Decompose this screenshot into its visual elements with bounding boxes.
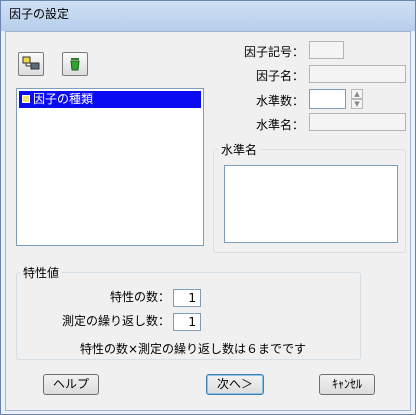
levels-spin-up-button[interactable]: ▲ (351, 89, 363, 99)
dialog-client: 因子の種類 因子記号： 因子名： 水準数： ▲ ▼ 水準名： 水準名 特性値 特… (5, 31, 411, 411)
factor-symbol-field[interactable] (309, 41, 344, 59)
help-button[interactable]: ヘルプ (43, 374, 99, 395)
cancel-button[interactable]: ｷｬﾝｾﾙ (319, 374, 375, 395)
help-button-label: ヘルプ (52, 377, 89, 391)
repeat-count-label: 測定の繰り返し数： (61, 314, 170, 328)
factor-name-label: 因子名： (255, 69, 304, 83)
window-title: 因子の設定 (9, 7, 70, 21)
limit-note: 特性の数×測定の繰り返し数は６までです (79, 342, 306, 356)
chevron-up-icon: ▲ (354, 90, 360, 98)
level-names-listbox[interactable] (224, 165, 398, 243)
next-button[interactable]: 次へ＞ (206, 374, 264, 395)
characteristic-count-input[interactable]: 1 (173, 289, 201, 307)
factor-add-icon (19, 56, 43, 78)
levels-label: 水準数： (255, 94, 304, 108)
level-name-field[interactable] (309, 113, 406, 131)
level-names-group-title: 水準名 (218, 141, 261, 158)
cancel-button-label: ｷｬﾝｾﾙ (331, 377, 362, 391)
list-item-label: 因子の種類 (33, 92, 94, 106)
title-bar: 因子の設定 (1, 1, 415, 31)
factor-listbox[interactable]: 因子の種類 (16, 88, 204, 246)
repeat-count-value: 1 (188, 315, 196, 329)
dialog-window: 因子の設定 因子の種類 因子記号： 因子名： 水準数： ▲ ▼ 水準名： 水準名… (0, 0, 416, 415)
chevron-down-icon: ▼ (354, 100, 360, 108)
add-factor-button[interactable] (18, 52, 44, 76)
factor-name-field[interactable] (309, 65, 406, 83)
characteristic-count-value: 1 (188, 291, 196, 305)
factor-symbol-label: 因子記号： (243, 45, 304, 59)
characteristics-group-title: 特性値 (20, 264, 63, 281)
delete-factor-button[interactable] (62, 52, 88, 76)
levels-spin-down-button[interactable]: ▼ (351, 99, 363, 109)
level-name-label: 水準名： (255, 118, 304, 132)
levels-field[interactable] (309, 89, 346, 109)
next-button-label: 次へ＞ (216, 377, 253, 391)
repeat-count-input[interactable]: 1 (173, 313, 201, 331)
characteristic-count-label: 特性の数： (109, 290, 170, 304)
trash-icon (63, 58, 87, 78)
list-item[interactable]: 因子の種類 (19, 91, 201, 108)
factor-item-icon (22, 95, 30, 103)
